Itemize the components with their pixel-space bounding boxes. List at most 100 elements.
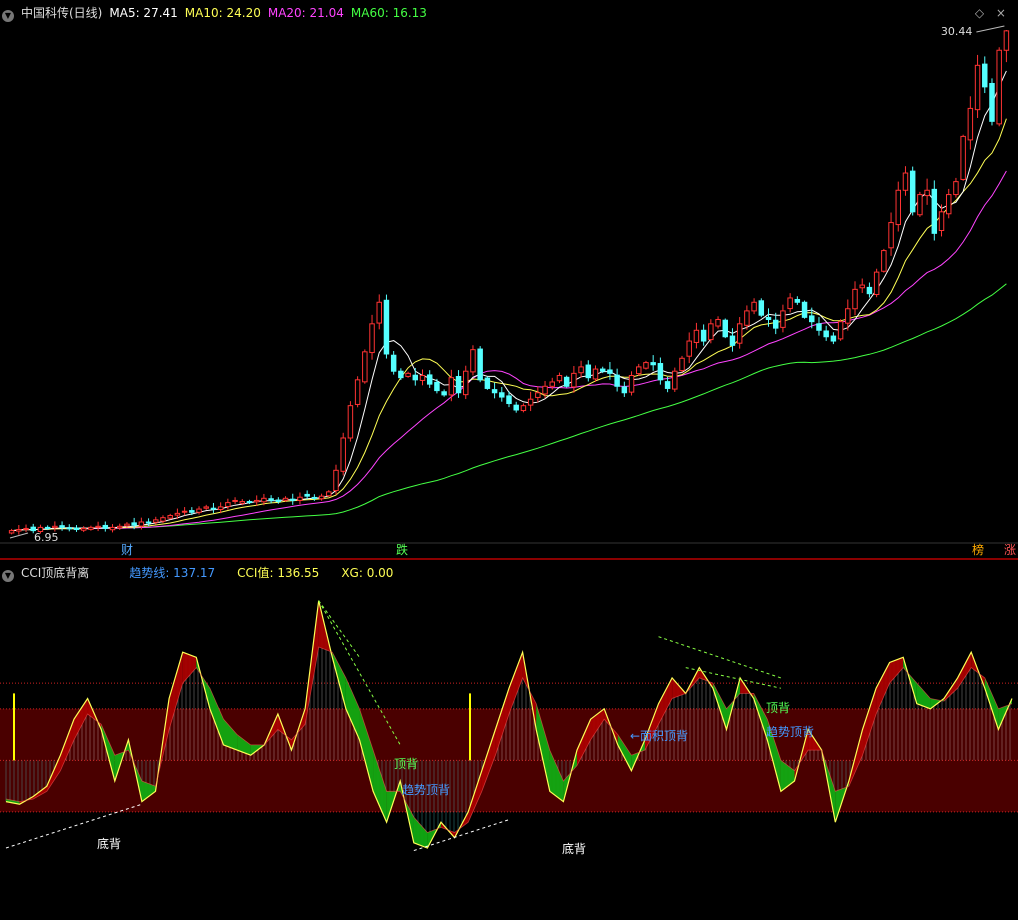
candle-body xyxy=(830,335,837,342)
candle-body xyxy=(290,498,296,501)
candle-body xyxy=(102,524,109,529)
high-pointer xyxy=(976,25,1005,33)
candle-body xyxy=(982,63,988,88)
candle-body xyxy=(318,495,325,500)
candle-body xyxy=(354,379,361,405)
candle-body xyxy=(434,381,440,392)
candle-body xyxy=(484,377,491,389)
candle-body xyxy=(513,404,519,411)
collapse-icon-indicator[interactable]: ▼ xyxy=(2,570,14,582)
candle-body xyxy=(527,398,534,406)
candle-body xyxy=(268,498,274,501)
candle-body xyxy=(751,301,757,312)
low-label: 6.95 xyxy=(34,531,59,544)
candle-body xyxy=(44,526,51,529)
candle-body xyxy=(189,510,195,513)
candle-body xyxy=(448,377,455,396)
candle-body xyxy=(621,386,628,394)
candle-body xyxy=(73,527,80,531)
candle-body xyxy=(679,357,685,372)
candle-body xyxy=(765,316,772,321)
candlestick-chart[interactable]: 30.44 6.95 财 跌 榜 涨 xyxy=(0,0,1018,558)
candle-body xyxy=(340,437,346,472)
candle-body xyxy=(246,501,253,504)
candle-body xyxy=(909,170,916,213)
candle-body xyxy=(787,297,793,310)
candle-body xyxy=(333,469,339,492)
candle-body xyxy=(16,529,22,532)
event-marker-2: 榜 xyxy=(972,542,984,557)
divergence-label-5: 顶背 xyxy=(766,701,790,715)
candle-body xyxy=(563,376,570,387)
candle-body xyxy=(945,194,952,215)
candle-body xyxy=(116,525,123,529)
candle-body xyxy=(383,299,390,355)
candle-body xyxy=(225,502,231,507)
candle-body xyxy=(297,496,303,501)
candle-body xyxy=(549,381,555,387)
candle-body xyxy=(744,310,750,326)
candle-body xyxy=(643,362,649,369)
candle-body xyxy=(794,299,801,303)
candle-body xyxy=(23,527,29,530)
candle-body xyxy=(535,392,541,398)
candle-body xyxy=(650,362,656,366)
candle-body xyxy=(801,301,808,318)
candle-body xyxy=(571,372,577,388)
candle-body xyxy=(845,308,851,324)
candle-body xyxy=(722,319,728,338)
candle-body xyxy=(729,335,736,346)
main-price-pane[interactable]: ▼ 中国科传(日线) MA5: 27.41 MA10: 24.20 MA20: 21.0… xyxy=(0,0,1018,560)
candle-body xyxy=(938,211,945,232)
divergence-label-0: 底背 xyxy=(97,836,121,851)
candle-body xyxy=(253,499,260,503)
candle-body xyxy=(412,374,419,381)
candle-body xyxy=(657,363,664,381)
candle-body xyxy=(463,370,469,396)
candle-body xyxy=(888,222,894,249)
candle-body xyxy=(426,374,433,385)
candle-body xyxy=(261,497,267,503)
candle-body xyxy=(715,319,721,327)
candle-body xyxy=(917,194,923,216)
candle-body xyxy=(895,189,902,226)
candle-body xyxy=(772,319,779,329)
candle-body xyxy=(700,329,707,342)
divergence-label-6: 趋势顶背 xyxy=(766,725,814,739)
candle-body xyxy=(506,395,512,405)
candle-body xyxy=(304,493,310,497)
collapse-icon[interactable]: ▼ xyxy=(2,10,14,22)
candle-body xyxy=(398,370,404,379)
candle-body xyxy=(974,64,981,111)
candle-body xyxy=(217,506,224,511)
candle-body xyxy=(131,522,137,526)
indicator-pane[interactable]: ▼ CCI顶底背离 趋势线: 137.17 CCI值: 136.55 XG: 0.00 … xyxy=(0,560,1018,920)
candle-body xyxy=(628,375,635,393)
divergence-label-2: 趋势顶背 xyxy=(402,783,450,797)
candle-body xyxy=(664,381,671,389)
main-header: ▼ 中国科传(日线) MA5: 27.41 MA10: 24.20 MA20: 21.0… xyxy=(2,4,441,22)
candle-body xyxy=(809,315,815,323)
candle-body xyxy=(181,510,188,513)
candle-body xyxy=(369,323,375,354)
event-marker-0: 财 xyxy=(121,543,133,557)
cci-chart[interactable]: 底背顶背趋势顶背底背←面积顶背顶背趋势顶背 xyxy=(0,560,1018,920)
candle-body xyxy=(232,499,238,502)
candle-body xyxy=(138,521,145,527)
candle-body xyxy=(556,375,563,382)
divergence-label-3: 底背 xyxy=(562,841,586,856)
candle-body xyxy=(542,385,548,395)
candle-body xyxy=(989,82,995,122)
candle-body xyxy=(275,499,282,503)
candle-body xyxy=(405,372,411,377)
candle-body xyxy=(578,366,584,374)
candle-body xyxy=(203,506,209,509)
candle-body xyxy=(686,340,692,357)
candle-body xyxy=(167,515,173,519)
candle-body xyxy=(592,368,599,380)
candle-body xyxy=(614,374,620,387)
candle-body xyxy=(8,530,15,534)
candle-body xyxy=(390,354,397,372)
candle-body xyxy=(902,172,909,191)
divergence-line xyxy=(658,636,782,679)
